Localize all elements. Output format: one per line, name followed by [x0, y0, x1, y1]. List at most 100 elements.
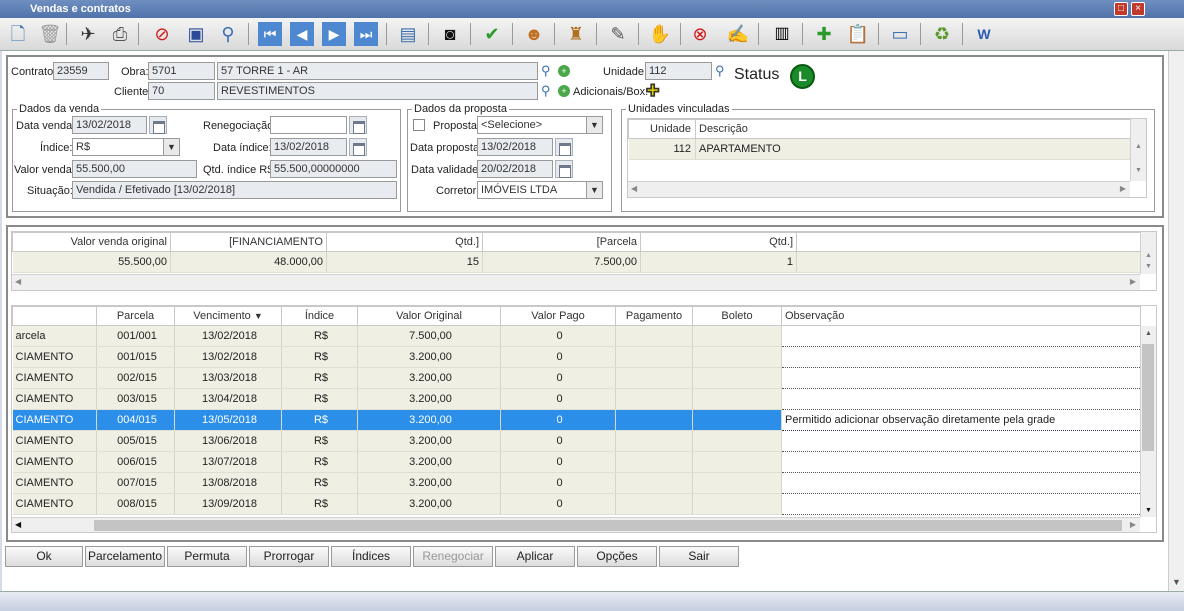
valor-venda-field[interactable]: 55.500,00 — [72, 160, 197, 178]
cell-observacao[interactable] — [781, 493, 1141, 515]
summary-hscroll[interactable]: ◀ ▶ — [12, 274, 1140, 290]
data-indice-calendar-icon[interactable] — [349, 138, 367, 156]
parcelas-header-boleto[interactable]: Boleto — [692, 306, 782, 326]
edit-document-icon[interactable]: ✍ — [726, 22, 750, 46]
table-row[interactable]: CIAMENTO 007/015 13/08/2018 R$ 3.200,00 0 — [12, 472, 1141, 494]
proposta-checkbox[interactable] — [413, 119, 425, 131]
no-sign-icon[interactable]: ⊗ — [688, 22, 712, 46]
table-row[interactable]: CIAMENTO 006/015 13/07/2018 R$ 3.200,00 0 — [12, 451, 1141, 473]
cliente-code-field[interactable]: 70 — [148, 82, 215, 100]
parcelas-vscroll[interactable]: ▲ ▼ — [1140, 326, 1156, 517]
word-icon[interactable]: W — [972, 22, 996, 46]
run-icon[interactable]: ✈ — [76, 22, 100, 46]
cell-observacao[interactable] — [781, 451, 1141, 473]
maximize-button[interactable]: □ — [1114, 2, 1128, 16]
renegociacao-calendar-icon[interactable] — [349, 116, 367, 134]
search-icon[interactable]: ⚲ — [216, 22, 240, 46]
table-row[interactable]: CIAMENTO 001/015 13/02/2018 R$ 3.200,00 0 — [12, 346, 1141, 368]
cell-observacao[interactable] — [781, 346, 1141, 368]
parcelas-header-tipo[interactable] — [12, 306, 97, 326]
last-icon[interactable]: ⏭ — [354, 22, 378, 46]
permuta-button[interactable]: Permuta — [167, 546, 247, 567]
table-row[interactable]: CIAMENTO 008/015 13/09/2018 R$ 3.200,00 0 — [12, 493, 1141, 515]
cell-observacao[interactable] — [781, 325, 1141, 347]
corretor-select[interactable]: IMÓVEIS LTDA ▼ — [477, 181, 603, 199]
aplicar-button[interactable]: Aplicar — [495, 546, 575, 567]
prorrogar-button[interactable]: Prorrogar — [249, 546, 329, 567]
chevron-down-icon[interactable]: ▼ — [586, 182, 602, 198]
sair-button[interactable]: Sair — [659, 546, 739, 567]
contrato-field[interactable]: 23559 — [53, 62, 109, 80]
signature-icon[interactable]: ✎ — [606, 22, 630, 46]
trash-icon[interactable]: 🗑 — [38, 22, 62, 46]
indices-button[interactable]: Índices — [331, 546, 411, 567]
close-button[interactable]: × — [1131, 2, 1145, 16]
table-row[interactable]: arcela 001/001 13/02/2018 R$ 7.500,00 0 — [12, 325, 1141, 347]
situacao-field[interactable]: Vendida / Efetivado [13/02/2018] — [72, 181, 397, 199]
data-venda-field[interactable]: 13/02/2018 — [72, 116, 147, 134]
new-document-icon[interactable]: 🗋 — [6, 22, 30, 46]
cell-observacao[interactable] — [781, 430, 1141, 452]
data-venda-calendar-icon[interactable] — [149, 116, 167, 134]
check-icon[interactable]: ✔ — [480, 22, 504, 46]
summary-vscroll[interactable]: ▲ ▼ — [1140, 232, 1156, 274]
money-bag-icon[interactable]: ♜ — [564, 22, 588, 46]
obra-search-icon[interactable]: ⚲ — [541, 63, 551, 79]
table-row[interactable]: CIAMENTO 005/015 13/06/2018 R$ 3.200,00 0 — [12, 430, 1141, 452]
parcelas-header-vencimento[interactable]: Vencimento ▼ — [174, 306, 282, 326]
parcelas-header-valor-pago[interactable]: Valor Pago — [500, 306, 616, 326]
window-scrollbar[interactable]: ▼ — [1168, 51, 1184, 591]
summary-row[interactable]: 55.500,00 48.000,00 15 7.500,00 1 — [12, 251, 1141, 273]
users-icon[interactable]: ☻ — [522, 22, 546, 46]
previous-icon[interactable]: ◀ — [290, 22, 314, 46]
proposta-select[interactable]: <Selecione> ▼ — [477, 116, 603, 134]
print-icon[interactable]: ⎙ — [108, 22, 132, 46]
parcelas-header-indice[interactable]: Índice — [281, 306, 358, 326]
table-row[interactable]: CIAMENTO 002/015 13/03/2018 R$ 3.200,00 0 — [12, 367, 1141, 389]
parcelamento-button[interactable]: Parcelamento — [85, 546, 165, 567]
next-icon[interactable]: ▶ — [322, 22, 346, 46]
first-icon[interactable]: ⏮ — [258, 22, 282, 46]
summary-header-qtd2[interactable]: Qtd.] — [640, 232, 797, 252]
cell-observacao[interactable] — [781, 472, 1141, 494]
card-icon[interactable]: ▭ — [888, 22, 912, 46]
parcelas-header-pagamento[interactable]: Pagamento — [615, 306, 693, 326]
opcoes-button[interactable]: Opções — [577, 546, 657, 567]
cell-observacao[interactable] — [781, 388, 1141, 410]
cliente-add-icon[interactable]: + — [558, 85, 570, 97]
data-validade-calendar-icon[interactable] — [555, 160, 573, 178]
cancel-icon[interactable]: ⊘ — [150, 22, 174, 46]
save-icon[interactable]: ▣ — [184, 22, 208, 46]
adicionais-add-icon[interactable]: ✚ — [645, 81, 659, 101]
unidade-search-icon[interactable]: ⚲ — [715, 63, 725, 79]
chevron-down-icon[interactable]: ▼ — [586, 117, 602, 133]
renegociar-button[interactable]: Renegociar — [413, 546, 493, 567]
cliente-search-icon[interactable]: ⚲ — [541, 83, 551, 99]
unidades-row[interactable]: 112 APARTAMENTO — [628, 138, 1131, 160]
chevron-down-icon[interactable]: ▼ — [163, 139, 179, 155]
data-validade-field[interactable]: 20/02/2018 — [477, 160, 553, 178]
indice-select[interactable]: R$ ▼ — [72, 138, 180, 156]
qtd-indice-field[interactable]: 55.500,00000000 — [270, 160, 397, 178]
obra-name-field[interactable]: 57 TORRE 1 - AR — [217, 62, 538, 80]
barcode-icon[interactable]: ▥ — [770, 22, 794, 46]
ok-button[interactable]: Ok — [5, 546, 83, 567]
parcelas-header-parcela[interactable]: Parcela — [96, 306, 175, 326]
unidades-hscroll[interactable]: ◀ ▶ — [628, 181, 1130, 197]
unidade-field[interactable]: 112 — [645, 62, 712, 80]
parcelas-header-observacao[interactable]: Observação — [781, 306, 1141, 326]
summary-header-valor[interactable]: Valor venda original — [12, 232, 171, 252]
cell-observacao[interactable]: Permitido adicionar observação diretamen… — [781, 409, 1141, 431]
table-row[interactable]: CIAMENTO 004/015 13/05/2018 R$ 3.200,00 0 Perm… — [12, 409, 1141, 431]
obra-add-icon[interactable]: + — [558, 65, 570, 77]
parcelas-hscroll-thumb[interactable] — [94, 520, 1122, 531]
cliente-name-field[interactable]: REVESTIMENTOS — [217, 82, 538, 100]
parcelas-header-valor-original[interactable]: Valor Original — [357, 306, 501, 326]
parcelas-hscroll[interactable]: ◀ ▶ — [12, 517, 1140, 532]
data-indice-field[interactable]: 13/02/2018 — [270, 138, 347, 156]
summary-header-qtd[interactable]: Qtd.] — [326, 232, 483, 252]
obra-code-field[interactable]: 5701 — [148, 62, 215, 80]
cell-observacao[interactable] — [781, 367, 1141, 389]
data-proposta-field[interactable]: 13/02/2018 — [477, 138, 553, 156]
unidades-vscroll[interactable]: ▲ ▼ — [1130, 119, 1146, 181]
